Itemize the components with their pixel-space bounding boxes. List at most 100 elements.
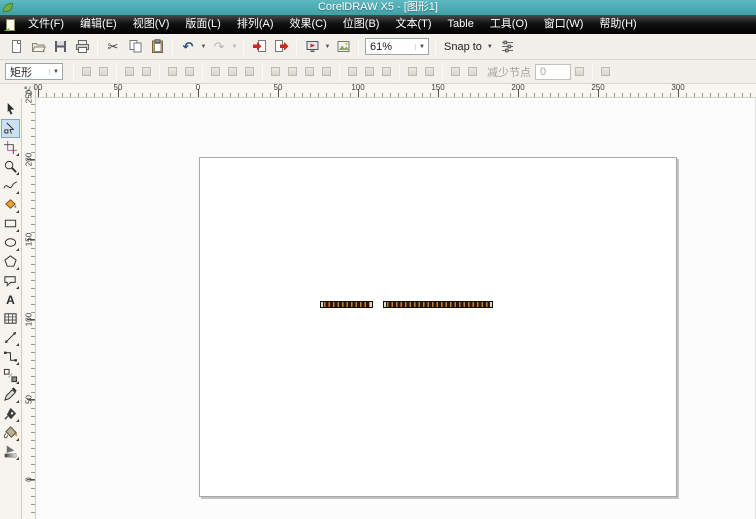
delete-node-icon bbox=[96, 64, 111, 79]
crop-tool[interactable] bbox=[1, 138, 20, 157]
document-icon bbox=[3, 18, 16, 32]
ruler-tick-label: 100 bbox=[351, 83, 364, 92]
fill-tool[interactable] bbox=[1, 423, 20, 442]
menu-file[interactable]: 文件(F) bbox=[20, 15, 72, 34]
propbar-separator bbox=[339, 63, 340, 81]
menu-table[interactable]: Table bbox=[440, 15, 482, 34]
new-document-icon[interactable] bbox=[6, 37, 26, 57]
propbar-separator bbox=[73, 63, 74, 81]
ruler-tick-label: 0 bbox=[25, 473, 34, 487]
convert-to-line-icon bbox=[165, 64, 180, 79]
undo-dropdown-icon[interactable]: ▼ bbox=[199, 37, 208, 57]
menu-arrange[interactable]: 排列(A) bbox=[229, 15, 282, 34]
shape-tool[interactable] bbox=[1, 119, 20, 138]
menu-help[interactable]: 帮助(H) bbox=[591, 15, 644, 34]
propbar-separator bbox=[116, 63, 117, 81]
ruler-tick-label: 200 bbox=[511, 83, 524, 92]
toolbar-separator bbox=[97, 38, 98, 56]
menu-text[interactable]: 文本(T) bbox=[387, 15, 439, 34]
menu-view[interactable]: 视图(V) bbox=[125, 15, 178, 34]
basic-shapes-tool[interactable] bbox=[1, 271, 20, 290]
text-tool[interactable]: A bbox=[1, 290, 20, 309]
menu-window[interactable]: 窗口(W) bbox=[536, 15, 592, 34]
polygon-tool[interactable] bbox=[1, 252, 20, 271]
chevron-down-icon[interactable]: ▼ bbox=[415, 44, 428, 50]
corel-connect-icon[interactable] bbox=[333, 37, 353, 57]
menu-layout[interactable]: 版面(L) bbox=[177, 15, 228, 34]
zoom-level-combobox[interactable]: 61% ▼ bbox=[365, 38, 429, 55]
application-launcher-icon[interactable] bbox=[302, 37, 322, 57]
cut-icon[interactable]: ✂ bbox=[103, 37, 123, 57]
freehand-tool[interactable] bbox=[1, 176, 20, 195]
table-tool[interactable] bbox=[1, 309, 20, 328]
reduce-nodes-input[interactable]: 0 bbox=[535, 64, 571, 80]
join-nodes-icon bbox=[122, 64, 137, 79]
symmetrical-node-icon bbox=[242, 64, 257, 79]
drawing-canvas[interactable] bbox=[36, 98, 756, 519]
shape-type-value: 矩形 bbox=[6, 64, 49, 80]
auto-close-curve-icon bbox=[319, 64, 334, 79]
ruler-tick-label: 200 bbox=[25, 153, 34, 167]
ruler-tick-label: 150 bbox=[431, 83, 444, 92]
standard-toolbar: ✂ ↶ ▼ ↷ ▼ ▼ 61% ▼ Sn bbox=[0, 34, 756, 60]
ruler-tick-label: 0 bbox=[196, 83, 200, 92]
menu-effects[interactable]: 效果(C) bbox=[282, 15, 335, 34]
blend-tool[interactable] bbox=[1, 366, 20, 385]
rectangle-tool[interactable] bbox=[1, 214, 20, 233]
cusp-node-icon bbox=[208, 64, 223, 79]
horizontal-ruler[interactable]: 00 50 0 50 100 150 200 250 300 bbox=[36, 84, 756, 98]
propbar-separator bbox=[159, 63, 160, 81]
export-icon[interactable] bbox=[271, 37, 291, 57]
menu-tools[interactable]: 工具(O) bbox=[482, 15, 536, 34]
ruler-tick-label: 300 bbox=[671, 83, 684, 92]
import-icon[interactable] bbox=[249, 37, 269, 57]
shape-type-combobox[interactable]: 矩形 ▼ bbox=[5, 63, 63, 80]
page[interactable] bbox=[199, 157, 677, 497]
interactive-fill-tool[interactable] bbox=[1, 442, 20, 461]
propbar-separator bbox=[202, 63, 203, 81]
long-dashed-bar-object[interactable] bbox=[383, 301, 493, 308]
reverse-direction-icon bbox=[268, 64, 283, 79]
zoom-tool[interactable] bbox=[1, 157, 20, 176]
connector-tool[interactable] bbox=[1, 347, 20, 366]
smart-fill-tool[interactable] bbox=[1, 195, 20, 214]
elastic-mode-icon bbox=[448, 64, 463, 79]
redo-icon[interactable]: ↷ bbox=[209, 37, 229, 57]
reflect-vertical-icon bbox=[422, 64, 437, 79]
toolbar-separator bbox=[358, 38, 359, 56]
undo-icon[interactable]: ↶ bbox=[178, 37, 198, 57]
color-eyedropper-tool[interactable] bbox=[1, 385, 20, 404]
open-icon[interactable] bbox=[28, 37, 48, 57]
dimension-tool[interactable] bbox=[1, 328, 20, 347]
close-curve-icon bbox=[285, 64, 300, 79]
reduce-nodes-value: 0 bbox=[540, 66, 546, 78]
ruler-tick-label: 50 bbox=[114, 83, 123, 92]
save-icon[interactable] bbox=[50, 37, 70, 57]
stretch-nodes-icon bbox=[345, 64, 360, 79]
application-launcher-dropdown-icon[interactable]: ▼ bbox=[323, 37, 332, 57]
pick-tool[interactable] bbox=[1, 100, 20, 119]
snap-to-button[interactable]: Snap to ▼ bbox=[440, 37, 497, 57]
chevron-down-icon[interactable]: ▼ bbox=[487, 44, 493, 50]
toolbar-separator bbox=[435, 38, 436, 56]
outline-pen-tool[interactable] bbox=[1, 404, 20, 423]
paste-icon[interactable] bbox=[147, 37, 167, 57]
print-icon[interactable] bbox=[72, 37, 92, 57]
snapping-options-icon[interactable] bbox=[498, 37, 518, 57]
ellipse-tool[interactable] bbox=[1, 233, 20, 252]
curve-smoothness-icon bbox=[598, 64, 613, 79]
snap-to-label: Snap to bbox=[444, 41, 482, 53]
zoom-level-value: 61% bbox=[366, 41, 415, 53]
chevron-down-icon[interactable]: ▼ bbox=[49, 69, 62, 75]
menu-edit[interactable]: 编辑(E) bbox=[72, 15, 125, 34]
vertical-ruler[interactable]: 250 200 150 100 50 0 bbox=[22, 98, 36, 519]
menu-bitmaps[interactable]: 位图(B) bbox=[335, 15, 388, 34]
rotate-skew-nodes-icon bbox=[362, 64, 377, 79]
copy-icon[interactable] bbox=[125, 37, 145, 57]
select-all-nodes-icon bbox=[465, 64, 480, 79]
toolbar-separator bbox=[296, 38, 297, 56]
redo-dropdown-icon[interactable]: ▼ bbox=[230, 37, 239, 57]
title-bar: CorelDRAW X5 - [图形1] bbox=[0, 0, 756, 15]
short-dashed-bar-object[interactable] bbox=[320, 301, 373, 308]
add-node-icon bbox=[79, 64, 94, 79]
